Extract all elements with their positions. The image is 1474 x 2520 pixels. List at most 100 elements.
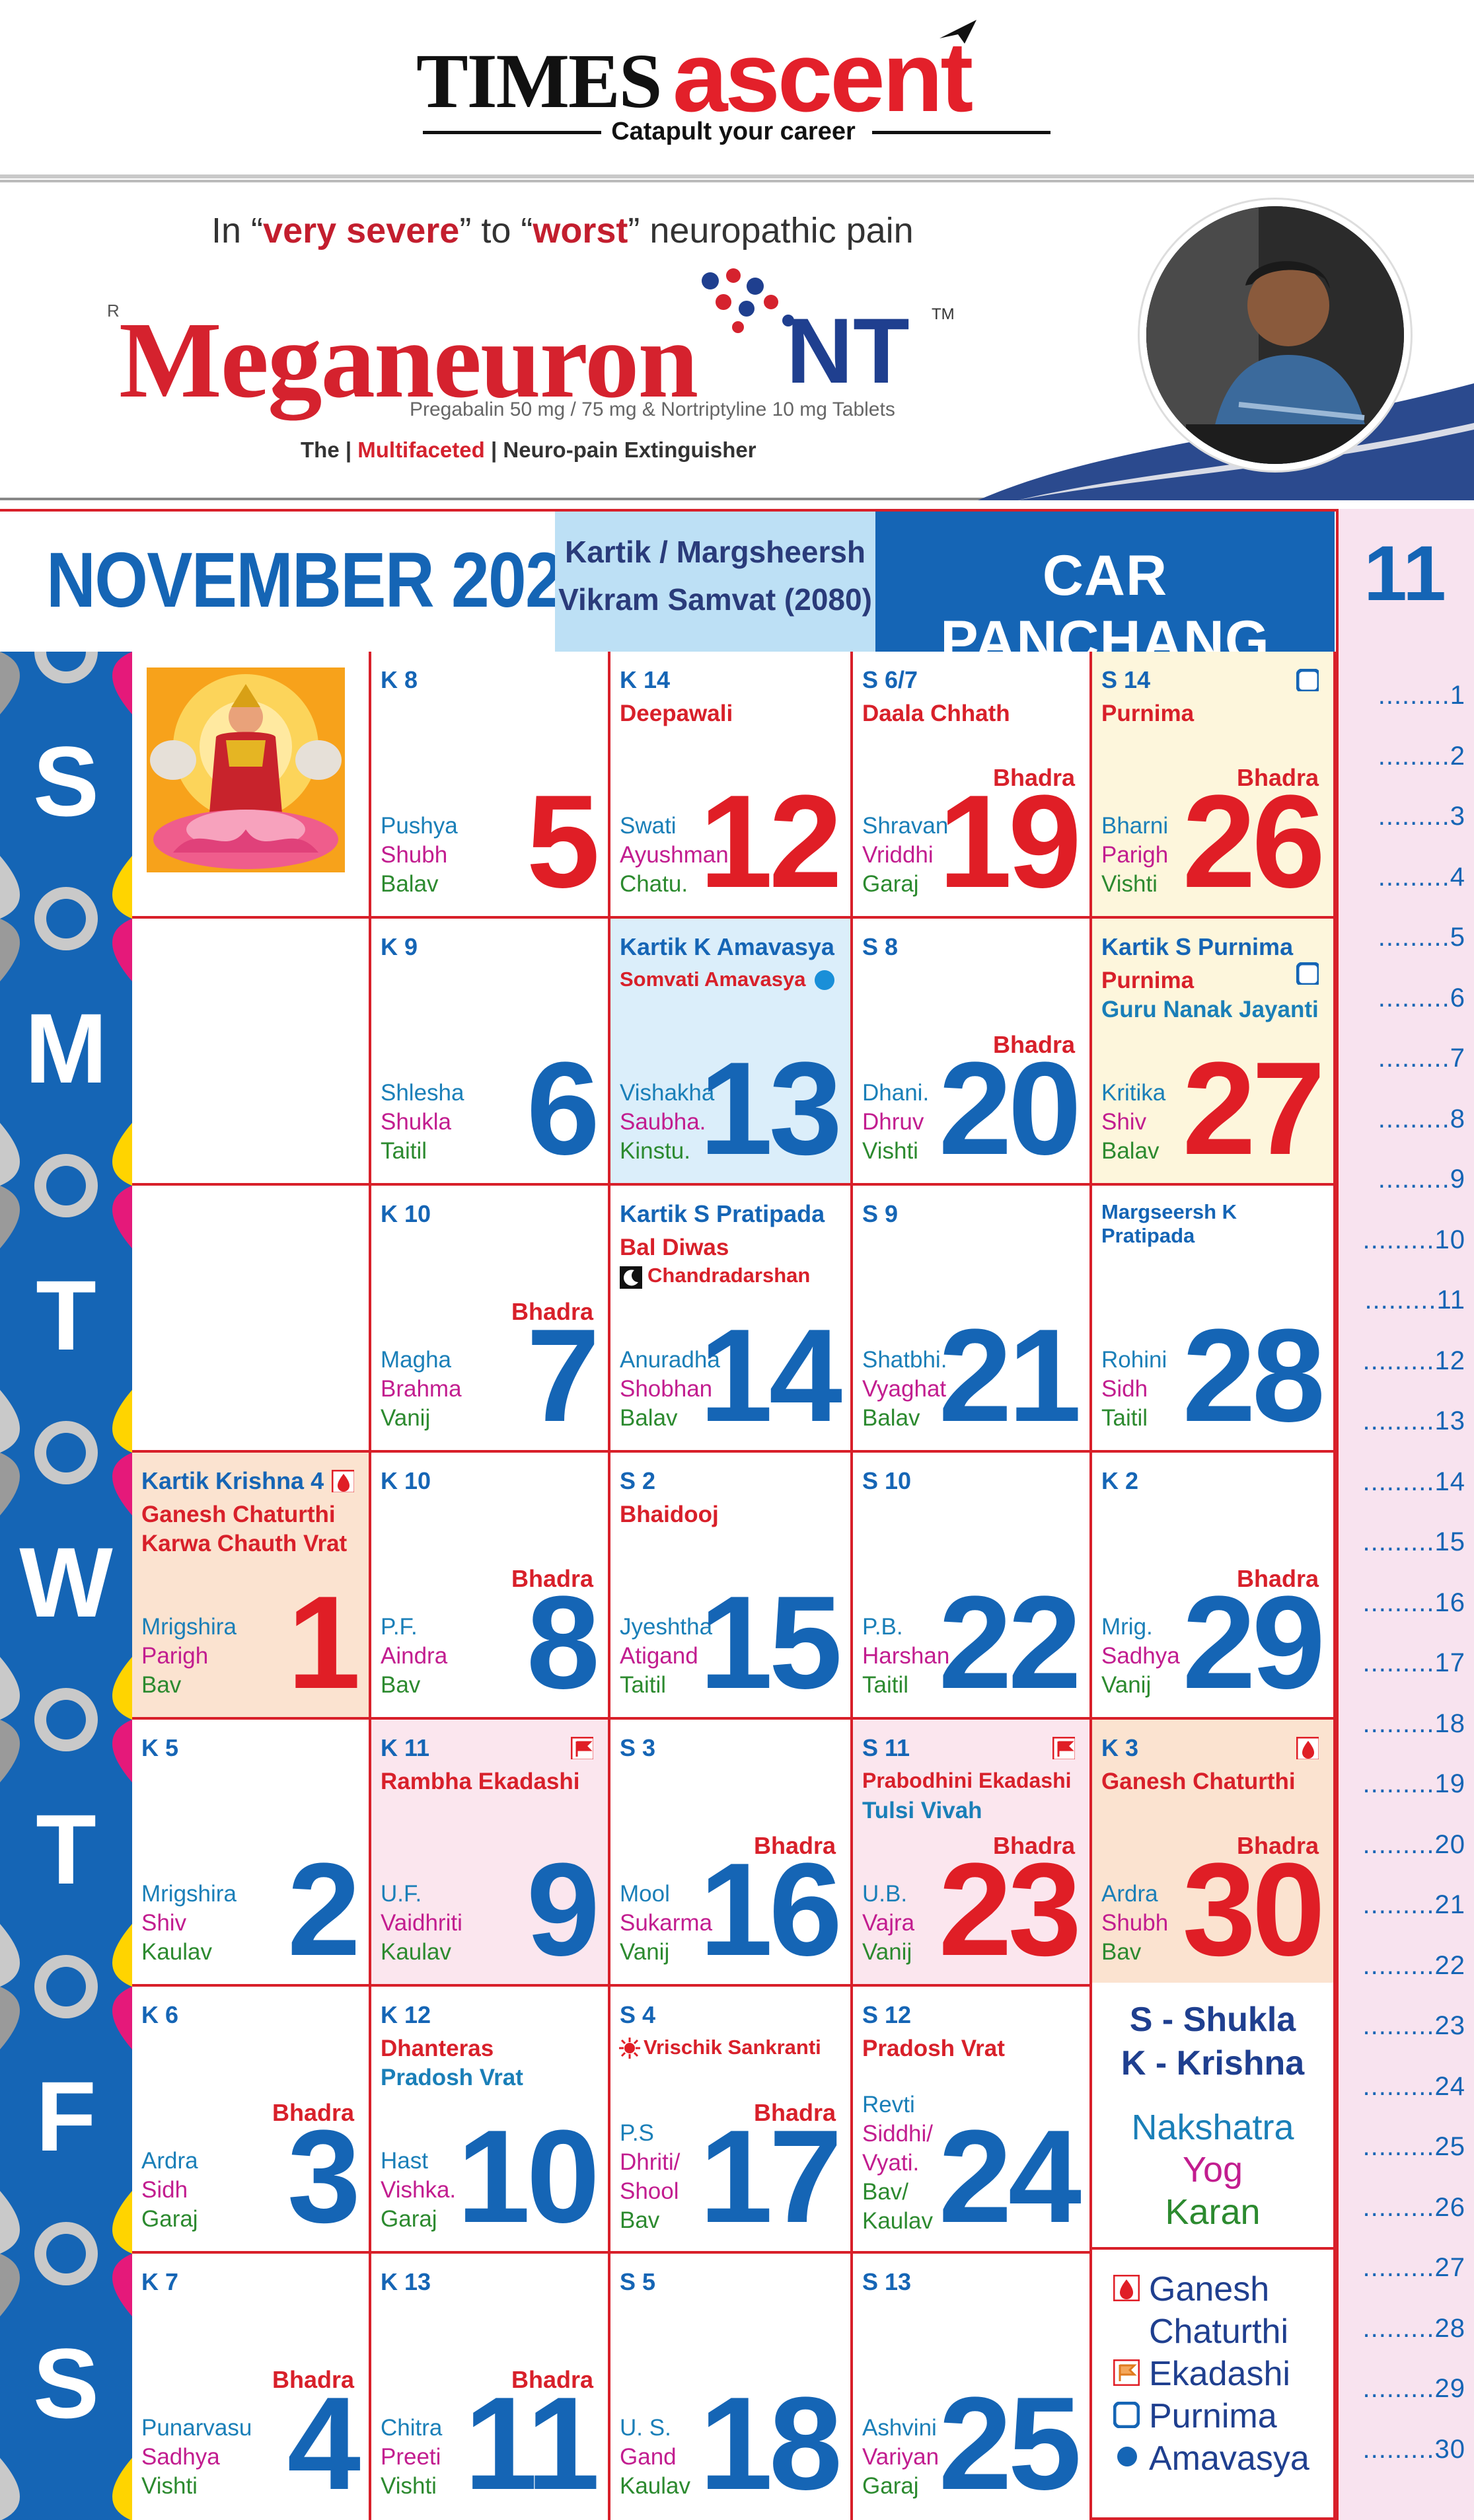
date-cell[interactable]: S 12 Pradosh Vrat Revti Siddhi/Vyati. Bav/Ka… xyxy=(853,1987,1092,2254)
panchang-details: Ardra Sidh Garaj xyxy=(141,2147,198,2234)
date-cell[interactable]: Kartik K Amavasya Somvati Amavasya Vishakh… xyxy=(610,919,853,1186)
date-cell[interactable]: K 12 Dhanteras Pradosh Vrat Hast Vishka. Gara… xyxy=(371,1987,610,2254)
date-cell[interactable]: K 9 Shlesha Shukla Taitil 6 xyxy=(371,919,610,1186)
note-line[interactable]: .........5 xyxy=(1348,923,1465,952)
note-line-dots: ......... xyxy=(1362,1587,1435,1617)
date-cell[interactable]: K 14 Deepawali Swati Ayushman Chatu. 12 xyxy=(610,652,853,919)
note-line[interactable]: .........4 xyxy=(1348,862,1465,892)
note-line[interactable]: .........24 xyxy=(1348,2072,1465,2102)
amavasya-icon xyxy=(1117,2447,1137,2466)
yog-label: Sidh xyxy=(1101,1376,1148,1402)
note-line-number: 27 xyxy=(1434,2253,1465,2282)
date-cell[interactable]: Margseersh K Pratipada Rohini Sidh Taitil 28 xyxy=(1092,1186,1336,1453)
date-cell[interactable]: S 4 Vrischik Sankranti Bhadra P.S Dhriti/Sho… xyxy=(610,1987,853,2254)
note-line-number: 8 xyxy=(1450,1104,1465,1133)
symbol-legend-cell: Ganesh Chaturthi Ekadashi Purnima Amavas… xyxy=(1092,2250,1336,2520)
karan-label: Vanij xyxy=(1101,1672,1152,1698)
karan-label: Kaulav xyxy=(381,1939,452,1965)
date-cell[interactable]: K 10 Bhadra P.F. Aindra Bav 8 xyxy=(371,1453,610,1720)
note-line-number: 4 xyxy=(1450,862,1465,892)
note-line[interactable]: .........6 xyxy=(1348,983,1465,1013)
note-line[interactable]: .........18 xyxy=(1348,1709,1465,1739)
tithi-label: K 7 xyxy=(141,2268,179,2295)
note-line[interactable]: .........14 xyxy=(1348,1467,1465,1497)
date-cell[interactable]: K 5 Mrigshira Shiv Kaulav 2 xyxy=(132,1720,371,1987)
note-line-number: 19 xyxy=(1434,1769,1465,1798)
date-cell[interactable]: S 3 Bhadra Mool Sukarma Vanij 16 xyxy=(610,1720,853,1987)
date-cell[interactable]: S 2 Bhaidooj Jyeshtha Atigand Taitil 15 xyxy=(610,1453,853,1720)
note-line[interactable]: .........2 xyxy=(1348,742,1465,771)
ekadashi-flag-icon xyxy=(1113,2359,1140,2386)
date-cell[interactable]: Kartik S Purnima Purnima Guru Nanak Jayant… xyxy=(1092,919,1336,1186)
note-line[interactable]: .........21 xyxy=(1348,1890,1465,1920)
note-line[interactable]: .........30 xyxy=(1348,2435,1465,2464)
note-line[interactable]: .........11 xyxy=(1348,1285,1465,1315)
weekday-letter: F xyxy=(36,2061,96,2172)
note-line[interactable]: .........29 xyxy=(1348,2374,1465,2404)
note-line[interactable]: .........13 xyxy=(1348,1406,1465,1436)
date-cell[interactable]: S 14 Purnima Bhadra Bharni Parigh Vishti 26 xyxy=(1092,652,1336,919)
date-cell[interactable]: K 7 Bhadra Punarvasu Sadhya Vishti 4 xyxy=(132,2254,371,2520)
date-cell[interactable]: K 6 Bhadra Ardra Sidh Garaj 3 xyxy=(132,1987,371,2254)
note-line-number: 18 xyxy=(1434,1708,1465,1738)
date-cell[interactable]: K 8 Pushya Shubh Balav 5 xyxy=(371,652,610,919)
date-cell[interactable]: K 13 Bhadra Chitra Preeti Vishti 11 xyxy=(371,2254,610,2520)
amavasya-icon xyxy=(815,970,834,990)
note-line[interactable]: .........17 xyxy=(1348,1648,1465,1678)
date-cell[interactable]: S 13 Ashvini Variyan Garaj 25 xyxy=(853,2254,1092,2520)
date-cell[interactable]: K 3 Ganesh Chaturthi Bhadra Ardra Shubh Bav 30 xyxy=(1092,1720,1336,1987)
note-line-dots: ......... xyxy=(1362,1708,1435,1738)
date-number: 1 xyxy=(287,1569,361,1716)
ad-headline: In “very severe” to “worst” neuropathic … xyxy=(211,211,914,250)
date-cell[interactable]: K 10 Bhadra Magha Brahma Vanij 7 xyxy=(371,1186,610,1453)
date-cell[interactable]: Kartik Krishna 4 Ganesh Chaturthi Karwa Ch… xyxy=(132,1453,371,1720)
note-line[interactable]: .........8 xyxy=(1348,1104,1465,1134)
note-line[interactable]: .........9 xyxy=(1348,1165,1465,1194)
note-line[interactable]: .........3 xyxy=(1348,802,1465,831)
tithi-label: S 8 xyxy=(862,933,899,960)
festival-label: Deepawali xyxy=(620,701,733,726)
note-line[interactable]: .........7 xyxy=(1348,1044,1465,1073)
yog-label: Shubh xyxy=(381,842,448,868)
panchang-details: Dhani. Dhruv Vishti xyxy=(862,1079,929,1166)
moon-icon xyxy=(620,1266,642,1289)
date-number: 5 xyxy=(526,768,600,915)
yog-label: Sadhya xyxy=(141,2444,220,2470)
date-cell[interactable]: S 11 Prabodhini Ekadashi Tulsi Vivah Bhadra… xyxy=(853,1720,1092,1987)
date-number: 27 xyxy=(1182,1035,1325,1182)
ekadashi-icon xyxy=(1052,1737,1075,1759)
date-cell[interactable]: S 5 U. S. Gand Kaulav 18 xyxy=(610,2254,853,2520)
date-cell[interactable]: S 8 Bhadra Dhani. Dhruv Vishti 20 xyxy=(853,919,1092,1186)
date-cell[interactable]: Kartik S Pratipada Bal Diwas Chandradarsha… xyxy=(610,1186,853,1453)
note-line-dots: ......... xyxy=(1378,862,1450,892)
karan-label: Vishti xyxy=(1101,871,1158,897)
note-line[interactable]: .........19 xyxy=(1348,1769,1465,1799)
date-number: 14 xyxy=(699,1302,842,1449)
note-line[interactable]: .........15 xyxy=(1348,1527,1465,1557)
date-number: 28 xyxy=(1182,1302,1325,1449)
samvat-months: Kartik / Margsheersh xyxy=(564,535,866,569)
note-line[interactable]: .........27 xyxy=(1348,2253,1465,2283)
date-cell[interactable]: S 6/7 Daala Chhath Bhadra Shravan Vriddhi Gar… xyxy=(853,652,1092,919)
ganesh-chaturthi-icon xyxy=(1113,2275,1140,2301)
date-cell[interactable]: K 2 Bhadra Mrig. Sadhya Vanij 29 xyxy=(1092,1453,1336,1720)
note-line[interactable]: .........26 xyxy=(1348,2193,1465,2223)
note-line[interactable]: .........23 xyxy=(1348,2011,1465,2041)
date-cell[interactable]: K 11 Rambha Ekadashi U.F. Vaidhriti Kaulav 9 xyxy=(371,1720,610,1987)
note-line-number: 29 xyxy=(1434,2374,1465,2403)
festival-label: Purnima xyxy=(1101,968,1195,993)
nakshatra-label: Magha xyxy=(381,1347,452,1373)
panchang-details: Revti Siddhi/Vyati. Bav/Kaulav xyxy=(862,2090,933,2236)
note-line[interactable]: .........20 xyxy=(1348,1830,1465,1860)
note-line[interactable]: .........22 xyxy=(1348,1951,1465,1981)
note-line[interactable]: .........10 xyxy=(1348,1225,1465,1255)
note-line[interactable]: .........16 xyxy=(1348,1588,1465,1618)
note-line[interactable]: .........1 xyxy=(1348,681,1465,710)
yog-label: Parigh xyxy=(141,1643,209,1669)
date-cell[interactable]: S 9 Shatbhi. Vyaghat Balav 21 xyxy=(853,1186,1092,1453)
note-line[interactable]: .........28 xyxy=(1348,2314,1465,2344)
legend-amavasya: Amavasya xyxy=(1149,2439,1309,2478)
note-line[interactable]: .........12 xyxy=(1348,1346,1465,1376)
date-cell[interactable]: S 10 P.B. Harshan Taitil 22 xyxy=(853,1453,1092,1720)
note-line[interactable]: .........25 xyxy=(1348,2132,1465,2162)
